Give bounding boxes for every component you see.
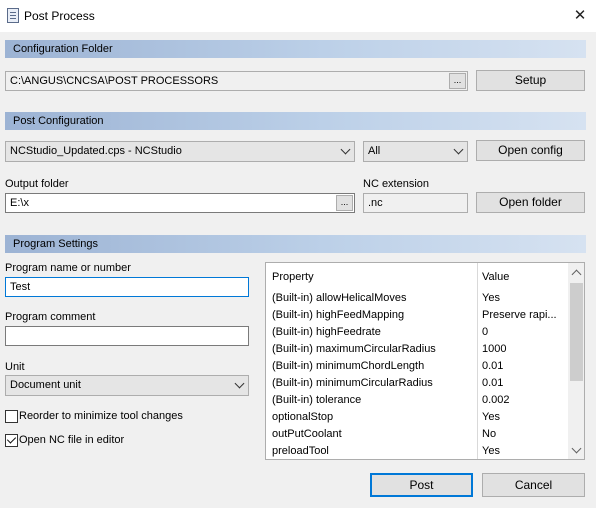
column-header-property: Property xyxy=(272,271,314,283)
open-folder-button[interactable]: Open folder xyxy=(476,192,585,213)
output-folder-field[interactable]: E:\x xyxy=(5,193,355,213)
post-processor-select[interactable]: NCStudio_Updated.cps - NCStudio xyxy=(5,141,355,162)
nc-extension-label: NC extension xyxy=(363,178,430,190)
property-row[interactable]: (Built-in) minimumChordLength 0.01 xyxy=(266,358,567,375)
post-button[interactable]: Post xyxy=(370,473,473,497)
property-name: (Built-in) allowHelicalMoves xyxy=(272,292,407,304)
unit-select-value: Document unit xyxy=(10,379,81,391)
property-name: (Built-in) tolerance xyxy=(272,394,362,406)
filter-select[interactable]: All xyxy=(363,141,468,162)
nc-extension-field[interactable]: .nc xyxy=(363,193,468,213)
property-value[interactable]: Yes xyxy=(482,409,566,426)
property-value[interactable]: Yes xyxy=(482,290,566,307)
open-nc-label: Open NC file in editor xyxy=(19,434,125,446)
chevron-down-icon xyxy=(453,144,464,155)
property-value[interactable]: 0 xyxy=(482,324,566,341)
setup-button[interactable]: Setup xyxy=(476,70,585,91)
property-row[interactable]: optionalStop Yes xyxy=(266,409,567,426)
section-program-settings: Program Settings xyxy=(5,235,586,253)
program-name-label: Program name or number xyxy=(5,262,131,274)
section-configuration-folder: Configuration Folder xyxy=(5,40,586,58)
property-row[interactable]: (Built-in) tolerance 0.002 xyxy=(266,392,567,409)
unit-label: Unit xyxy=(5,361,25,373)
open-nc-checkbox[interactable] xyxy=(5,434,18,447)
program-name-input[interactable]: Test xyxy=(5,277,249,297)
property-value[interactable]: Yes xyxy=(482,443,566,459)
section-post-configuration: Post Configuration xyxy=(5,112,586,130)
chevron-down-icon xyxy=(340,144,351,155)
program-comment-label: Program comment xyxy=(5,311,96,323)
property-row[interactable]: preloadTool Yes xyxy=(266,443,567,459)
column-header-value: Value xyxy=(482,271,510,283)
post-process-app-icon xyxy=(7,8,19,23)
property-grid-header: Property Value xyxy=(266,269,567,286)
property-row[interactable]: (Built-in) maximumCircularRadius 1000 xyxy=(266,341,567,358)
reorder-checkbox[interactable] xyxy=(5,410,18,423)
property-name: preloadTool xyxy=(272,445,329,457)
property-name: optionalStop xyxy=(272,411,334,423)
property-row[interactable]: (Built-in) highFeedrate 0 xyxy=(266,324,567,341)
property-name: (Built-in) maximumCircularRadius xyxy=(272,343,436,355)
property-name: (Built-in) highFeedMapping xyxy=(272,309,405,321)
open-config-button[interactable]: Open config xyxy=(476,140,585,161)
property-value[interactable]: No xyxy=(482,426,566,443)
property-grid[interactable]: Property Value (Built-in) allowHelicalMo… xyxy=(265,262,585,460)
property-row[interactable]: (Built-in) minimumCircularRadius 0.01 xyxy=(266,375,567,392)
property-value[interactable]: 0.01 xyxy=(482,358,566,375)
reorder-label: Reorder to minimize tool changes xyxy=(19,410,183,422)
program-comment-input[interactable] xyxy=(5,326,249,346)
property-row[interactable]: outPutCoolant No xyxy=(266,426,567,443)
unit-select[interactable]: Document unit xyxy=(5,375,249,396)
config-folder-browse-button[interactable]: ... xyxy=(449,73,466,89)
property-value[interactable]: 0.002 xyxy=(482,392,566,409)
property-row[interactable]: (Built-in) allowHelicalMoves Yes xyxy=(266,290,567,307)
output-folder-browse-button[interactable]: ... xyxy=(336,195,353,211)
post-processor-select-value: NCStudio_Updated.cps - NCStudio xyxy=(10,145,182,157)
property-row[interactable]: (Built-in) highFeedMapping Preserve rapi.… xyxy=(266,307,567,324)
chevron-down-icon xyxy=(234,378,245,389)
property-name: (Built-in) minimumChordLength xyxy=(272,360,425,372)
output-folder-label: Output folder xyxy=(5,178,69,190)
property-name: outPutCoolant xyxy=(272,428,342,440)
filter-select-value: All xyxy=(368,145,381,157)
property-grid-scrollbar[interactable] xyxy=(568,263,584,459)
property-value[interactable]: 1000 xyxy=(482,341,566,358)
property-name: (Built-in) highFeedrate xyxy=(272,326,381,338)
property-value[interactable]: 0.01 xyxy=(482,375,566,392)
config-folder-path-field[interactable]: C:\ANGUS\CNCSA\POST PROCESSORS xyxy=(5,71,468,91)
property-value[interactable]: Preserve rapi... xyxy=(482,307,566,324)
scrollbar-thumb[interactable] xyxy=(570,283,583,381)
property-name: (Built-in) minimumCircularRadius xyxy=(272,377,433,389)
scroll-up-icon[interactable] xyxy=(571,269,582,280)
scroll-down-icon[interactable] xyxy=(571,443,582,454)
checkmark-icon xyxy=(6,434,17,444)
cancel-button[interactable]: Cancel xyxy=(482,473,585,497)
close-icon[interactable]: ✕ xyxy=(570,7,590,25)
window-title: Post Process xyxy=(24,9,95,23)
